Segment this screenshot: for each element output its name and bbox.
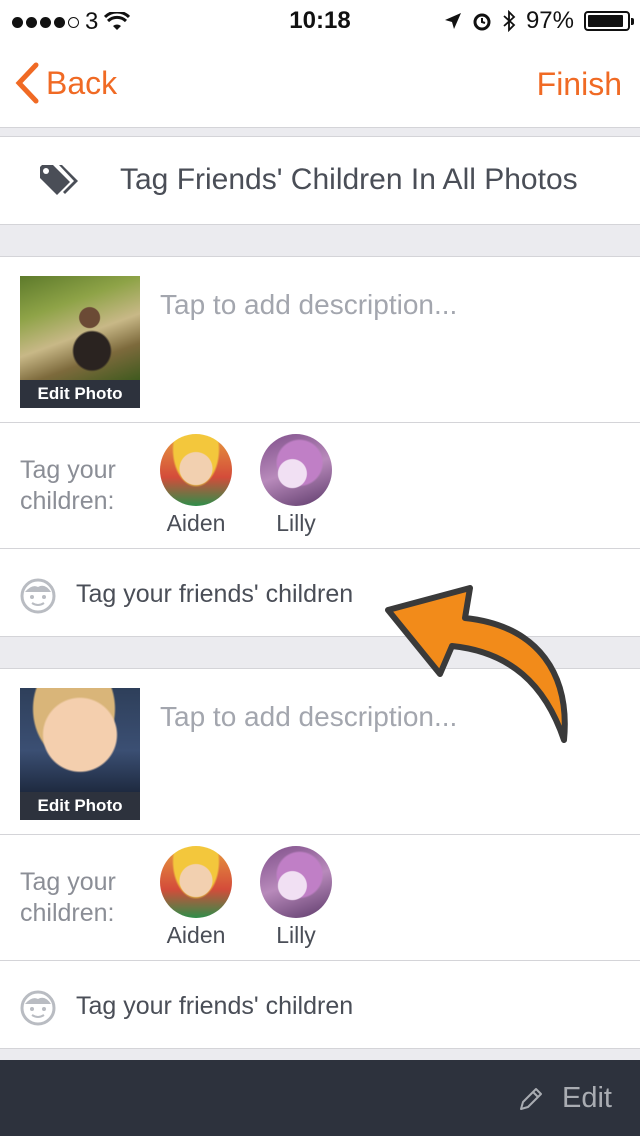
photo-image xyxy=(20,688,140,792)
navigation-bar: Back Finish xyxy=(0,40,640,128)
edit-photo-button[interactable]: Edit Photo xyxy=(20,380,140,408)
child-aiden[interactable]: Aiden xyxy=(156,434,236,537)
description-input[interactable]: Tap to add description... xyxy=(160,289,457,321)
back-button[interactable]: Back xyxy=(14,62,117,104)
battery-percent: 97% xyxy=(525,7,574,34)
bottom-toolbar: Edit xyxy=(0,1060,640,1136)
divider xyxy=(0,548,640,549)
finish-button[interactable]: Finish xyxy=(537,66,622,103)
child-face-icon xyxy=(20,578,56,614)
tag-children-label: Tag your children: xyxy=(20,456,116,515)
tag-friends-label: Tag your friends' children xyxy=(76,580,354,608)
edit-label: Edit xyxy=(562,1082,612,1114)
child-name: Aiden xyxy=(166,510,226,536)
divider xyxy=(0,422,640,423)
tag-children-label: Tag your children: xyxy=(20,868,116,927)
child-name: Lilly xyxy=(276,922,316,948)
alarm-icon xyxy=(473,13,491,31)
child-lilly[interactable]: Lilly xyxy=(256,434,336,537)
tag-friends-label: Tag your friends' children xyxy=(76,992,354,1020)
tag-all-label: Tag Friends' Children In All Photos xyxy=(120,163,578,196)
child-name: Lilly xyxy=(276,510,316,536)
avatar xyxy=(160,434,232,506)
back-label: Back xyxy=(46,64,118,101)
callout-arrow-icon xyxy=(385,585,568,743)
status-right: 97% xyxy=(444,7,634,35)
avatar xyxy=(260,846,332,918)
battery-icon xyxy=(584,11,634,31)
divider xyxy=(0,834,640,835)
child-lilly[interactable]: Lilly xyxy=(256,846,336,949)
chevron-left-icon xyxy=(15,62,39,104)
edit-button[interactable]: Edit xyxy=(518,1082,612,1115)
bluetooth-icon xyxy=(503,10,516,32)
child-aiden[interactable]: Aiden xyxy=(156,846,236,949)
photo-thumbnail[interactable]: Edit Photo xyxy=(20,688,140,820)
divider xyxy=(0,960,640,961)
tag-all-photos-row[interactable]: Tag Friends' Children In All Photos xyxy=(0,136,640,225)
pencil-icon xyxy=(520,1087,543,1110)
child-face-icon xyxy=(20,990,56,1026)
child-name: Aiden xyxy=(166,922,226,948)
photo-thumbnail[interactable]: Edit Photo xyxy=(20,276,140,408)
avatar xyxy=(160,846,232,918)
avatar xyxy=(260,434,332,506)
location-icon xyxy=(444,13,461,29)
edit-photo-button[interactable]: Edit Photo xyxy=(20,792,140,820)
photo-image xyxy=(20,276,140,380)
status-bar: 3 10:18 97% xyxy=(0,0,640,40)
tag-icon xyxy=(40,165,78,195)
